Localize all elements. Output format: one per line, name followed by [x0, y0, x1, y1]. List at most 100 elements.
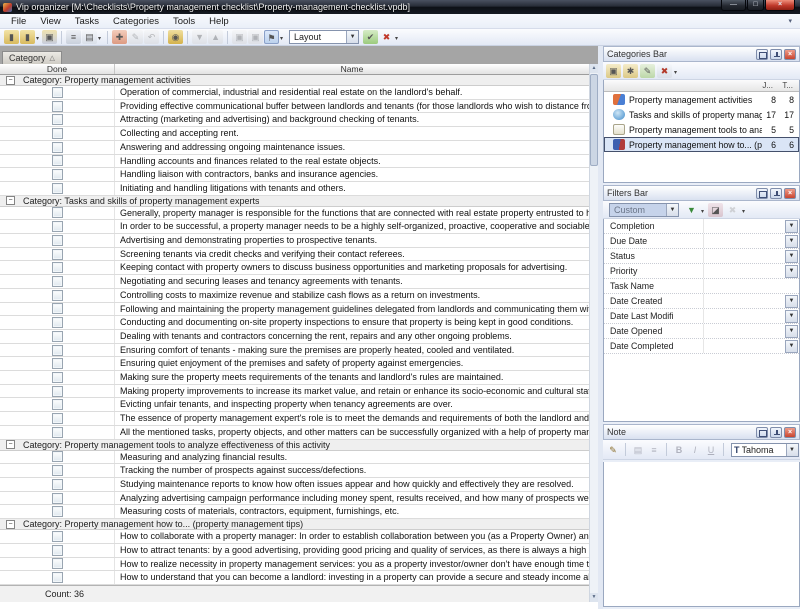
layout-more-arrow[interactable]: ▾ — [395, 33, 400, 45]
table-row[interactable]: Measuring costs of materials, contractor… — [0, 505, 589, 519]
table-row[interactable]: Making sure the property meets requireme… — [0, 371, 589, 385]
task-name-cell[interactable]: All the mentioned tasks, property object… — [115, 426, 589, 439]
done-checkbox[interactable] — [52, 221, 63, 232]
minimize-button[interactable]: — — [721, 0, 746, 11]
task-name-cell[interactable]: Conducting and documenting on-site prope… — [115, 316, 589, 329]
group-by-category-button[interactable]: Category △ — [2, 51, 62, 65]
panel-maximize-button[interactable] — [756, 427, 768, 438]
italic-button[interactable]: I — [688, 443, 702, 457]
delete-filter-icon[interactable]: ✖ — [725, 203, 740, 217]
task-name-cell[interactable]: The essence of property management exper… — [115, 412, 589, 425]
panel-pin-button[interactable] — [770, 188, 782, 199]
table-row[interactable]: Initiating and handling litigations with… — [0, 182, 589, 196]
new-task-icon[interactable]: ✚ — [112, 30, 127, 44]
combo-dropdown-icon[interactable]: ▼ — [666, 204, 678, 216]
table-row[interactable]: Attracting (marketing and advertising) a… — [0, 113, 589, 127]
scroll-down-icon[interactable]: ▼ — [590, 593, 598, 602]
table-row[interactable]: Measuring and analyzing financial result… — [0, 451, 589, 465]
indent-icon[interactable]: ▣ — [232, 30, 247, 44]
done-checkbox[interactable] — [52, 249, 63, 260]
done-checkbox[interactable] — [52, 235, 63, 246]
category-group-row[interactable]: − Category: Tasks and skills of property… — [0, 196, 589, 207]
table-row[interactable]: Operation of commercial, industrial and … — [0, 86, 589, 100]
panel-close-button[interactable]: × — [784, 427, 796, 438]
category-group-row[interactable]: − Category: Property management tools to… — [0, 440, 589, 451]
done-checkbox[interactable] — [52, 506, 63, 517]
filter-dropdown-icon[interactable]: ▼ — [785, 295, 798, 308]
done-checkbox[interactable] — [52, 276, 63, 287]
task-name-cell[interactable]: Studying maintenance reports to know how… — [115, 478, 589, 491]
done-checkbox[interactable] — [52, 413, 63, 424]
done-checkbox[interactable] — [52, 183, 63, 194]
collapse-icon[interactable]: − — [6, 76, 15, 85]
new-item-more-arrow[interactable]: ▾ — [36, 33, 41, 45]
column-header-done[interactable]: Done — [0, 64, 115, 74]
table-row[interactable]: Studying maintenance reports to know how… — [0, 478, 589, 492]
filter-dropdown-icon[interactable]: ▼ — [785, 340, 798, 353]
menu-overflow-arrow[interactable]: ▾ — [788, 17, 792, 25]
view-group-more-arrow[interactable]: ▾ — [280, 33, 285, 45]
task-name-cell[interactable]: Initiating and handling litigations with… — [115, 182, 589, 195]
grid-vertical-scrollbar[interactable]: ▲ ▼ — [589, 64, 598, 602]
edit-task-icon[interactable]: ✎ — [128, 30, 143, 44]
filter-dropdown-icon[interactable]: ▼ — [785, 250, 798, 263]
filter-value-cell[interactable] — [704, 339, 785, 353]
add-category-icon[interactable]: ▣ — [606, 64, 621, 78]
edit-category-icon[interactable]: ✎ — [640, 64, 655, 78]
delete-layout-icon[interactable]: ✖ — [379, 30, 394, 44]
tree-column-j[interactable]: J... — [762, 80, 773, 92]
task-name-cell[interactable]: Tracking the number of prospects against… — [115, 464, 589, 477]
table-row[interactable]: Conducting and documenting on-site prope… — [0, 316, 589, 330]
category-group-row[interactable]: − Category: Property management activiti… — [0, 75, 589, 86]
task-name-cell[interactable]: Analyzing advertising campaign performan… — [115, 492, 589, 505]
task-name-cell[interactable]: Following and maintaining the property m… — [115, 303, 589, 316]
task-name-cell[interactable]: How to attract tenants: by a good advert… — [115, 544, 589, 557]
task-name-cell[interactable]: Dealing with tenants and contractors con… — [115, 330, 589, 343]
done-checkbox[interactable] — [52, 372, 63, 383]
new-checklist-icon[interactable]: ▮ — [4, 30, 19, 44]
task-name-cell[interactable]: Making sure the property meets requireme… — [115, 371, 589, 384]
scroll-up-icon[interactable]: ▲ — [590, 64, 598, 73]
done-checkbox[interactable] — [52, 101, 63, 112]
filter-dropdown-icon[interactable]: ▼ — [785, 220, 798, 233]
move-up-icon[interactable]: ▲ — [208, 30, 223, 44]
table-row[interactable]: In order to be successful, a property ma… — [0, 220, 589, 234]
table-row[interactable]: Following and maintaining the property m… — [0, 303, 589, 317]
done-checkbox[interactable] — [52, 531, 63, 542]
table-row[interactable]: Analyzing advertising campaign performan… — [0, 492, 589, 506]
print-icon[interactable]: ≡ — [66, 30, 81, 44]
done-checkbox[interactable] — [52, 545, 63, 556]
table-row[interactable]: Ensuring comfort of tenants - making sur… — [0, 344, 589, 358]
underline-button[interactable]: U — [704, 443, 718, 457]
table-row[interactable]: Keeping contact with property owners to … — [0, 261, 589, 275]
table-row[interactable]: Ensuring quiet enjoyment of the premises… — [0, 357, 589, 371]
done-checkbox[interactable] — [52, 331, 63, 342]
filter-dropdown-icon[interactable]: ▼ — [785, 325, 798, 338]
done-checkbox[interactable] — [52, 479, 63, 490]
task-name-cell[interactable]: Generally, property manager is responsib… — [115, 207, 589, 220]
done-checkbox[interactable] — [52, 303, 63, 314]
category-tree-item[interactable]: Property management activities 8 8 — [604, 92, 799, 107]
menu-item-file[interactable]: File — [4, 15, 33, 28]
done-checkbox[interactable] — [52, 493, 63, 504]
task-name-cell[interactable]: Keeping contact with property owners to … — [115, 261, 589, 274]
done-checkbox[interactable] — [52, 572, 63, 583]
task-name-cell[interactable]: Handling liaison with contractors, banks… — [115, 168, 589, 181]
task-name-cell[interactable]: Advertising and demonstrating properties… — [115, 234, 589, 247]
task-name-cell[interactable]: Measuring costs of materials, contractor… — [115, 505, 589, 518]
filter-value-cell[interactable] — [704, 219, 785, 233]
menu-item-categories[interactable]: Categories — [106, 15, 166, 28]
done-checkbox[interactable] — [52, 290, 63, 301]
task-name-cell[interactable]: How to understand that you can become a … — [115, 571, 589, 584]
task-name-cell[interactable]: Ensuring comfort of tenants - making sur… — [115, 344, 589, 357]
done-checkbox[interactable] — [52, 317, 63, 328]
font-combo[interactable]: T Tahoma ▼ — [731, 443, 799, 457]
done-checkbox[interactable] — [52, 128, 63, 139]
table-row[interactable]: Advertising and demonstrating properties… — [0, 234, 589, 248]
filter-dropdown-icon[interactable]: ▼ — [785, 265, 798, 278]
combo-dropdown-icon[interactable]: ▼ — [346, 31, 358, 43]
table-row[interactable]: Screening tenants via credit checks and … — [0, 248, 589, 262]
table-row[interactable]: How to attract tenants: by a good advert… — [0, 544, 589, 558]
print-group-more-arrow[interactable]: ▾ — [98, 33, 103, 45]
task-name-cell[interactable]: Providing effective communicational buff… — [115, 100, 589, 113]
